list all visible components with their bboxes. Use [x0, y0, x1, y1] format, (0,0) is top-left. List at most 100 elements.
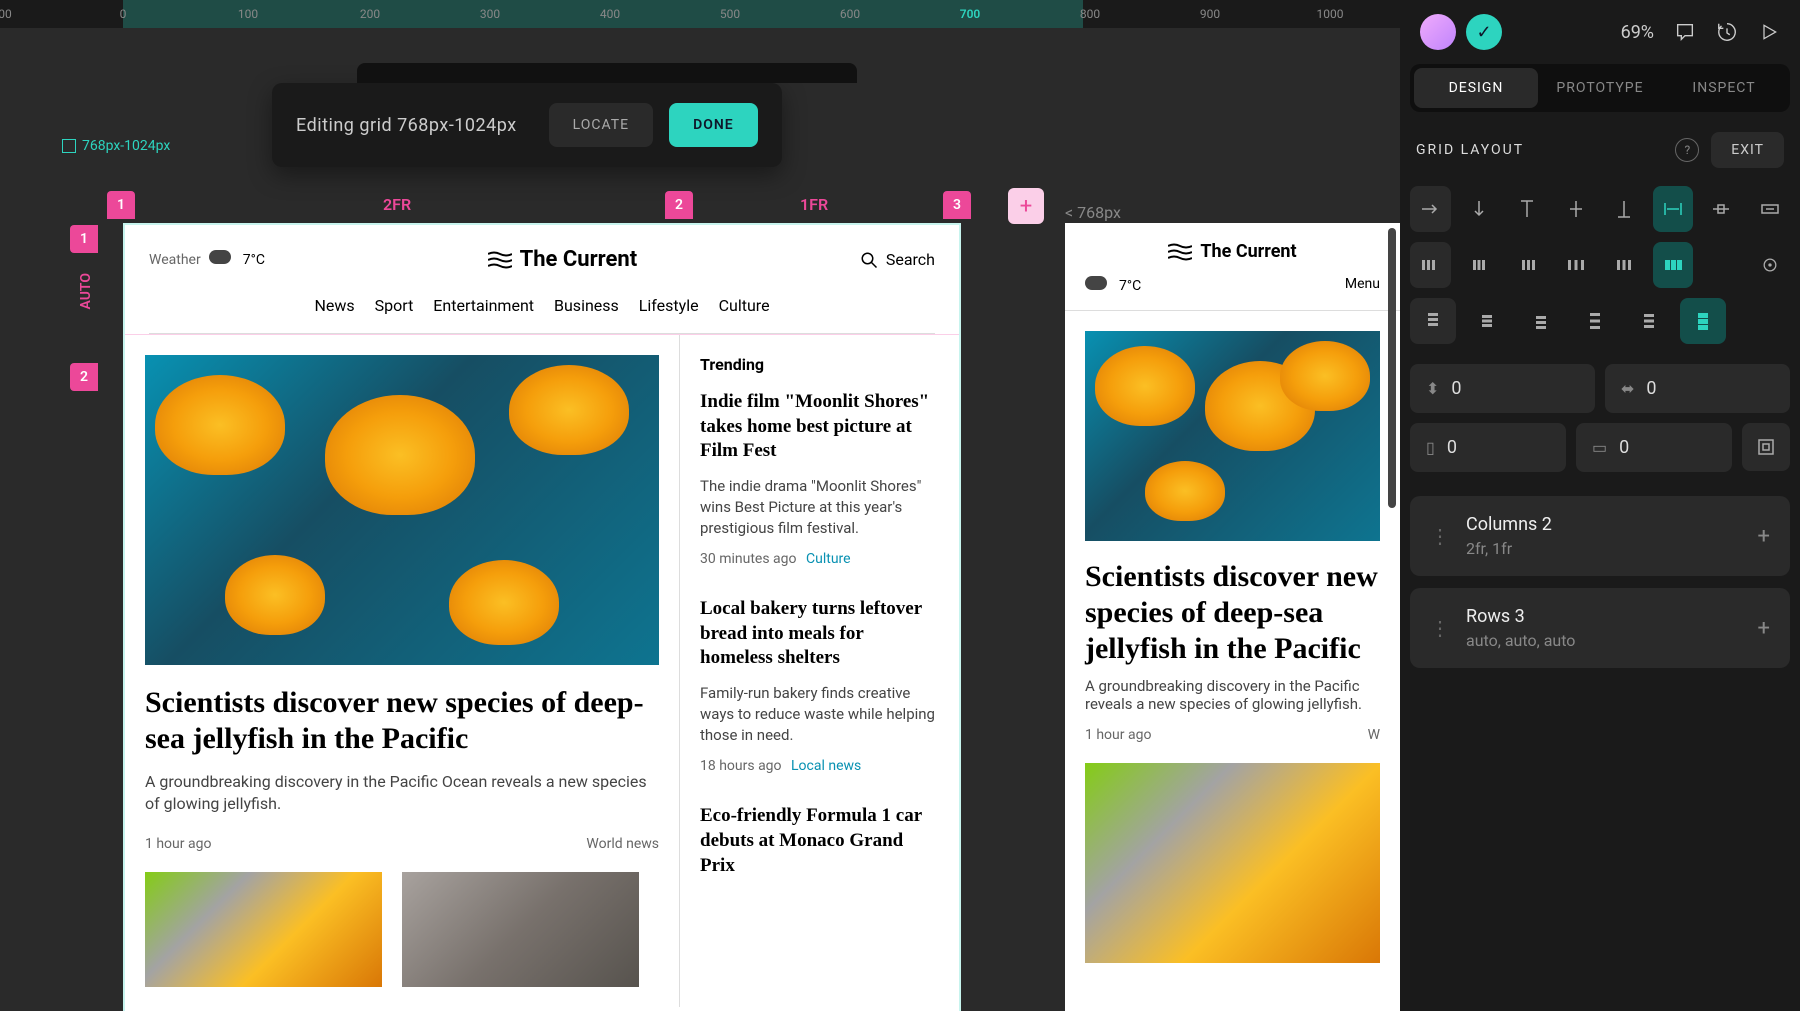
- align-stretch-h-button[interactable]: [1653, 186, 1694, 232]
- hero-image[interactable]: [145, 355, 659, 665]
- add-row-icon[interactable]: +: [1758, 616, 1770, 641]
- search-button[interactable]: Search: [860, 250, 935, 269]
- nav-item-entertainment[interactable]: Entertainment: [433, 296, 534, 315]
- nav-item-lifestyle[interactable]: Lifestyle: [639, 296, 699, 315]
- zoom-level[interactable]: 69%: [1621, 22, 1654, 43]
- drag-handle-icon[interactable]: ⋮: [1430, 524, 1450, 548]
- brand-logo[interactable]: The Current: [488, 247, 638, 272]
- justify-stretch-button[interactable]: [1653, 242, 1694, 288]
- weather-widget: Weather 7°C: [149, 250, 265, 270]
- artboard-mobile[interactable]: The Current 7°C Menu Scientists discover…: [1065, 223, 1400, 1011]
- article-category-short[interactable]: W: [1368, 727, 1380, 743]
- padding-expand-button[interactable]: [1742, 423, 1790, 471]
- breakpoint-text: 768px-1024px: [82, 138, 170, 154]
- tab-inspect[interactable]: INSPECT: [1662, 68, 1786, 108]
- thumbnail-food[interactable]: [1085, 763, 1380, 963]
- drag-handle-icon[interactable]: ⋮: [1430, 616, 1450, 640]
- article-title[interactable]: Scientists discover new species of deep-…: [1065, 541, 1400, 677]
- menu-button[interactable]: Menu: [1345, 276, 1380, 296]
- col-marker-1[interactable]: 1: [107, 191, 135, 219]
- brand-name: The Current: [520, 247, 638, 272]
- sidebar-title: Eco-friendly Formula 1 car debuts at Mon…: [700, 804, 939, 878]
- sidebar-article[interactable]: Indie film "Moonlit Shores" takes home b…: [700, 390, 939, 567]
- justify-around-button[interactable]: [1604, 242, 1645, 288]
- sidebar-article[interactable]: Eco-friendly Formula 1 car debuts at Mon…: [700, 804, 939, 878]
- ruler-tick: 300: [480, 7, 500, 21]
- align-baseline-button[interactable]: [1750, 186, 1791, 232]
- tab-design[interactable]: DESIGN: [1414, 68, 1538, 108]
- canvas[interactable]: 768px-1024px < 768px Editing grid 768px-…: [0, 28, 1400, 1011]
- direction-row-button[interactable]: [1410, 186, 1451, 232]
- padding-horizontal-input[interactable]: ▭ 0: [1576, 423, 1732, 472]
- thumbnail-food[interactable]: [145, 872, 382, 987]
- justify-between-button[interactable]: [1556, 242, 1597, 288]
- search-icon: [860, 251, 878, 269]
- column-gap-input[interactable]: ⬌ 0: [1605, 364, 1790, 413]
- nav-item-culture[interactable]: Culture: [719, 296, 770, 315]
- comment-icon[interactable]: [1674, 21, 1696, 43]
- play-icon[interactable]: [1758, 21, 1780, 43]
- padding-v-icon: ▯: [1426, 438, 1435, 457]
- row-gap-input[interactable]: ⬍ 0: [1410, 364, 1595, 413]
- align-center-v-button[interactable]: [1556, 186, 1597, 232]
- ruler-tick: 0: [120, 7, 127, 21]
- align-rows-end-button[interactable]: [1518, 298, 1564, 344]
- sidebar-category[interactable]: Culture: [806, 551, 851, 567]
- temperature: 7°C: [1119, 278, 1141, 294]
- waves-icon: [488, 251, 512, 269]
- row-marker-2[interactable]: 2: [70, 363, 98, 391]
- article-time: 1 hour ago: [145, 836, 211, 852]
- breakpoint-label-narrow[interactable]: < 768px: [1065, 203, 1121, 222]
- panel-tabs: DESIGN PROTOTYPE INSPECT: [1410, 64, 1790, 112]
- align-rows-between-button[interactable]: [1572, 298, 1618, 344]
- article-title[interactable]: Scientists discover new species of deep-…: [145, 685, 659, 757]
- ruler-horizontal: -100 0 100 200 300 400 500 600 700 800 9…: [0, 0, 1400, 28]
- col-marker-3[interactable]: 3: [943, 191, 971, 219]
- weather-widget: 7°C: [1085, 276, 1141, 296]
- article-category[interactable]: World news: [586, 836, 659, 852]
- history-icon[interactable]: [1716, 21, 1738, 43]
- thumbnail-people[interactable]: [402, 872, 639, 987]
- nav-item-business[interactable]: Business: [554, 296, 619, 315]
- done-button[interactable]: DONE: [669, 103, 758, 147]
- scrollbar-thumb[interactable]: [1388, 228, 1396, 508]
- brand-logo[interactable]: The Current: [1168, 241, 1296, 262]
- status-badge[interactable]: ✓: [1466, 14, 1502, 50]
- exit-button[interactable]: EXIT: [1711, 132, 1784, 168]
- nav-item-sport[interactable]: Sport: [375, 296, 414, 315]
- sidebar-category[interactable]: Local news: [791, 758, 861, 774]
- row-marker-1[interactable]: 1: [70, 225, 98, 253]
- help-icon[interactable]: ?: [1675, 138, 1699, 162]
- trending-label: Trending: [700, 355, 939, 374]
- user-avatar[interactable]: [1420, 14, 1456, 50]
- padding-vertical-input[interactable]: ▯ 0: [1410, 423, 1566, 472]
- justify-center-button[interactable]: [1459, 242, 1500, 288]
- add-column-icon[interactable]: +: [1758, 524, 1770, 549]
- align-center-h-button[interactable]: [1701, 186, 1742, 232]
- direction-column-button[interactable]: [1459, 186, 1500, 232]
- padding-h-value: 0: [1619, 437, 1629, 458]
- align-rows-stretch-button[interactable]: [1680, 298, 1726, 344]
- rows-config[interactable]: ⋮ Rows 3 auto, auto, auto +: [1410, 588, 1790, 668]
- hero-image[interactable]: [1085, 331, 1380, 541]
- sidebar-desc: The indie drama "Moonlit Shores" wins Be…: [700, 476, 939, 539]
- align-start-v-button[interactable]: [1507, 186, 1548, 232]
- justify-start-button[interactable]: [1410, 242, 1451, 288]
- col-label-1: 2FR: [383, 195, 411, 214]
- align-rows-start-button[interactable]: [1410, 298, 1456, 344]
- breakpoint-label[interactable]: 768px-1024px: [62, 138, 170, 154]
- tab-prototype[interactable]: PROTOTYPE: [1538, 68, 1662, 108]
- artboard-tablet[interactable]: Weather 7°C The Current Search News Spor…: [123, 223, 961, 1011]
- add-column-button[interactable]: +: [1008, 188, 1044, 224]
- nav-item-news[interactable]: News: [314, 296, 354, 315]
- columns-config[interactable]: ⋮ Columns 2 2fr, 1fr +: [1410, 496, 1790, 576]
- sidebar-article[interactable]: Local bakery turns leftover bread into m…: [700, 597, 939, 774]
- justify-end-button[interactable]: [1507, 242, 1548, 288]
- col-marker-2[interactable]: 2: [665, 191, 693, 219]
- align-rows-center-button[interactable]: [1464, 298, 1510, 344]
- locate-button[interactable]: LOCATE: [549, 103, 653, 147]
- settings-icon[interactable]: [1750, 242, 1791, 288]
- main-column: Scientists discover new species of deep-…: [125, 335, 680, 1007]
- align-rows-around-button[interactable]: [1626, 298, 1672, 344]
- align-end-v-button[interactable]: [1604, 186, 1645, 232]
